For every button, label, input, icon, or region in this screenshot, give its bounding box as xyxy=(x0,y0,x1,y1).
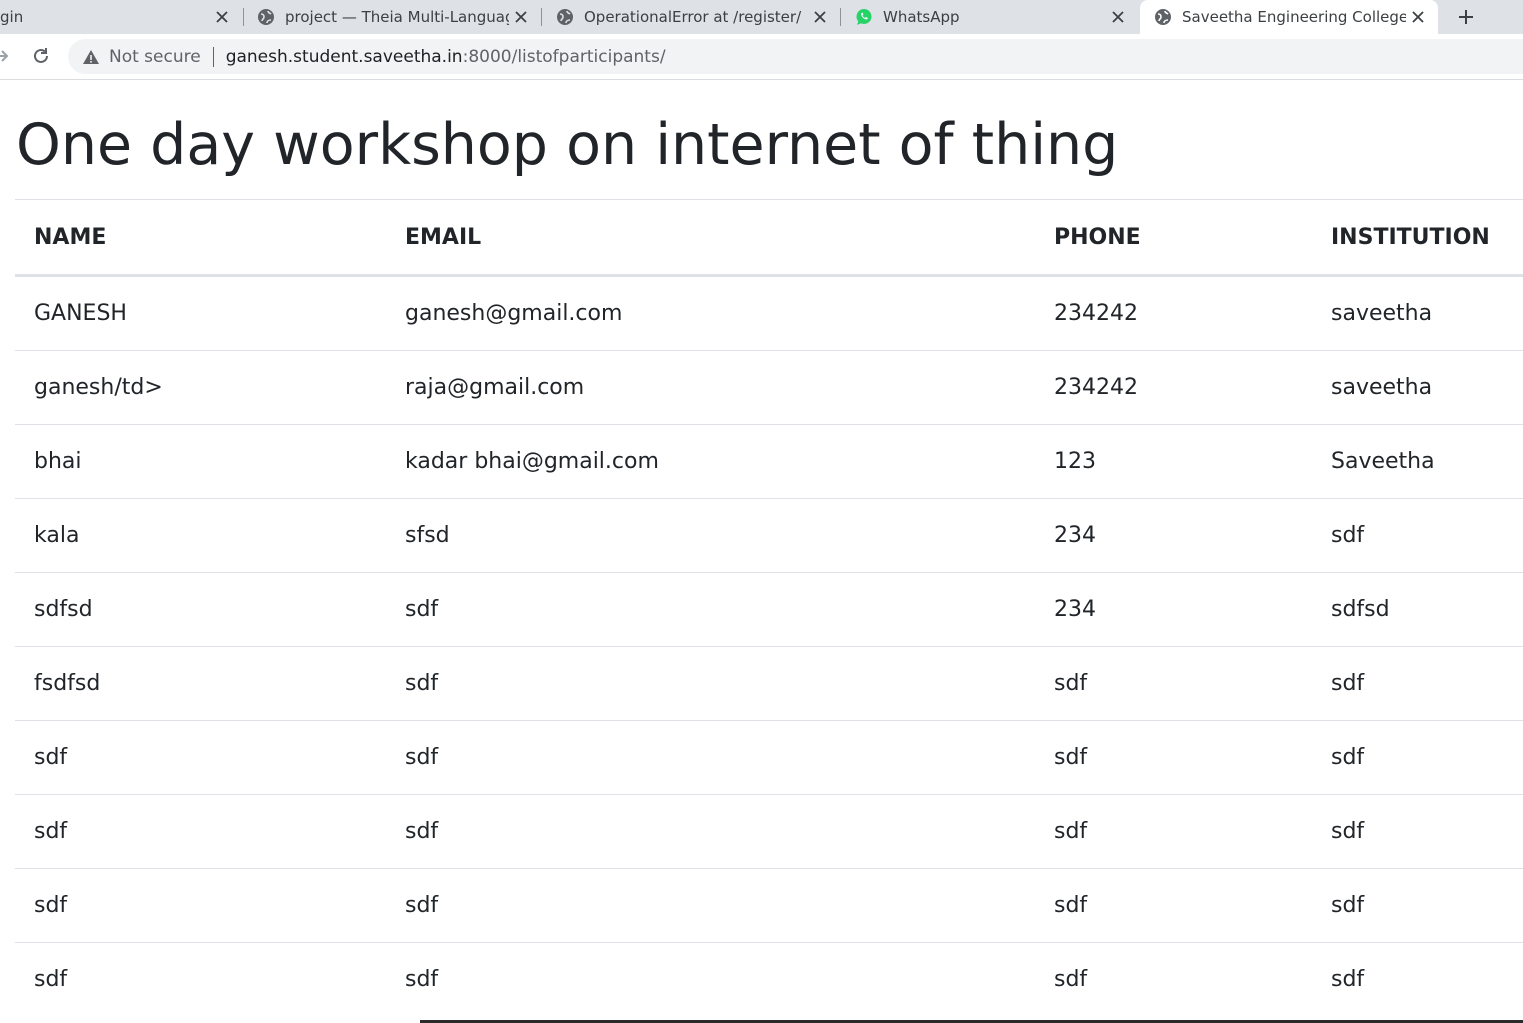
globe-icon xyxy=(1154,8,1172,26)
cell-name: sdf xyxy=(15,942,386,1016)
cell-phone: 234242 xyxy=(1035,275,1312,351)
tab-title: Saveetha Engineering College xyxy=(1182,8,1406,26)
cell-email: sdf xyxy=(386,572,1035,647)
cell-email: sdf xyxy=(386,942,1035,1016)
page-title: One day workshop on internet of thing xyxy=(16,112,1119,178)
cell-email: sdf xyxy=(386,720,1035,795)
column-header-phone: PHONE xyxy=(1035,199,1312,277)
cell-institution: sdf xyxy=(1312,646,1523,721)
close-icon[interactable] xyxy=(210,5,234,29)
globe-icon xyxy=(257,8,275,26)
cell-name: ganesh/td> xyxy=(15,350,386,425)
tab-whatsapp[interactable]: WhatsApp xyxy=(846,0,1136,34)
table-row: fsdfsd sdf sdf sdf xyxy=(15,646,1523,721)
tab-login[interactable]: gin xyxy=(0,0,240,34)
cell-institution: sdf xyxy=(1312,720,1523,795)
table-row: sdf sdf sdf sdf xyxy=(15,794,1523,869)
table-row: sdf sdf sdf sdf xyxy=(15,720,1523,795)
cell-name: sdfsd xyxy=(15,572,386,647)
table-row: sdfsd sdf 234 sdfsd xyxy=(15,572,1523,647)
column-header-email: EMAIL xyxy=(386,199,1035,277)
cell-institution: sdf xyxy=(1312,794,1523,869)
cell-email: sdf xyxy=(386,794,1035,869)
table-row: bhai kadar bhai@gmail.com 123 Saveetha xyxy=(15,424,1523,499)
cell-institution: sdfsd xyxy=(1312,572,1523,647)
cell-email: kadar bhai@gmail.com xyxy=(386,424,1035,499)
cell-name: GANESH xyxy=(15,275,386,351)
warning-icon[interactable] xyxy=(82,48,100,66)
cell-email: ganesh@gmail.com xyxy=(386,275,1035,351)
cell-name: kala xyxy=(15,498,386,573)
cell-email: sdf xyxy=(386,646,1035,721)
cell-phone: sdf xyxy=(1035,868,1312,943)
tab-title: OperationalError at /register/ xyxy=(584,8,802,26)
tab-title: gin xyxy=(0,8,24,26)
cell-institution: saveetha xyxy=(1312,350,1523,425)
url-host: ganesh.student.saveetha.in xyxy=(225,46,463,67)
new-tab-button[interactable] xyxy=(1452,3,1480,31)
column-header-institution: INSTITUTION xyxy=(1312,199,1523,277)
cell-institution: sdf xyxy=(1312,868,1523,943)
table-row: sdf sdf sdf sdf xyxy=(15,942,1523,1016)
cell-phone: 123 xyxy=(1035,424,1312,499)
cell-institution: Saveetha xyxy=(1312,424,1523,499)
tab-title: project — Theia Multi-Language xyxy=(285,8,509,26)
cell-phone: 234 xyxy=(1035,498,1312,573)
cell-institution: sdf xyxy=(1312,498,1523,573)
globe-icon xyxy=(556,8,574,26)
close-icon[interactable] xyxy=(509,5,533,29)
tab-theia-project[interactable]: project — Theia Multi-Language xyxy=(249,0,539,34)
cell-email: sfsd xyxy=(386,498,1035,573)
close-icon[interactable] xyxy=(1406,5,1430,29)
table-row: sdf sdf sdf sdf xyxy=(15,868,1523,943)
close-icon[interactable] xyxy=(808,5,832,29)
reload-button[interactable] xyxy=(28,43,54,69)
cell-name: sdf xyxy=(15,720,386,795)
cell-institution: saveetha xyxy=(1312,275,1523,351)
cell-email: raja@gmail.com xyxy=(386,350,1035,425)
forward-button[interactable] xyxy=(0,43,14,69)
cell-name: sdf xyxy=(15,868,386,943)
table-header-row: NAME EMAIL PHONE INSTITUTION xyxy=(15,199,1523,277)
cell-phone: sdf xyxy=(1035,942,1312,1016)
participants-table: NAME EMAIL PHONE INSTITUTION GANESH ganes… xyxy=(15,199,1523,1016)
cell-name: bhai xyxy=(15,424,386,499)
address-divider xyxy=(212,46,214,67)
table-row: GANESH ganesh@gmail.com 234242 saveetha xyxy=(15,275,1523,351)
cell-email: sdf xyxy=(386,868,1035,943)
close-icon[interactable] xyxy=(1106,5,1130,29)
tab-saveetha-active[interactable]: Saveetha Engineering College xyxy=(1140,0,1438,34)
cell-phone: 234 xyxy=(1035,572,1312,647)
cell-name: fsdfsd xyxy=(15,646,386,721)
tab-strip: gin project — Theia Multi-Language Opera… xyxy=(0,0,1523,34)
url-path: :8000/listofparticipants/ xyxy=(462,46,666,67)
table-row: kala sfsd 234 sdf xyxy=(15,498,1523,573)
address-bar[interactable]: Not secure ganesh.student.saveetha.in:80… xyxy=(68,39,1523,74)
cell-phone: sdf xyxy=(1035,720,1312,795)
cell-phone: 234242 xyxy=(1035,350,1312,425)
column-header-name: NAME xyxy=(15,199,386,277)
table-row: ganesh/td> raja@gmail.com 234242 saveetha xyxy=(15,350,1523,425)
tab-title: WhatsApp xyxy=(883,8,960,26)
whatsapp-icon xyxy=(855,8,873,26)
table-body: GANESH ganesh@gmail.com 234242 saveetha gan… xyxy=(15,275,1523,1016)
security-label[interactable]: Not secure xyxy=(109,47,201,67)
cell-name: sdf xyxy=(15,794,386,869)
cell-phone: sdf xyxy=(1035,794,1312,869)
browser-toolbar: Not secure ganesh.student.saveetha.in:80… xyxy=(0,34,1523,80)
cell-phone: sdf xyxy=(1035,646,1312,721)
tab-operational-error[interactable]: OperationalError at /register/ xyxy=(548,0,838,34)
cell-institution: sdf xyxy=(1312,942,1523,1016)
